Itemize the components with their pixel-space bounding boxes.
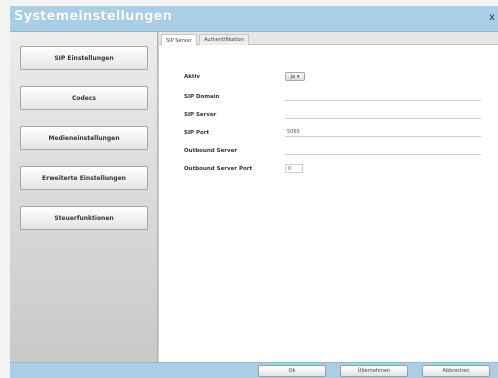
window-title: Systemeinstellungen (14, 9, 173, 24)
title-bar: Systemeinstellungen x (10, 6, 498, 32)
tab-authentication[interactable]: Authentifikation (199, 34, 249, 45)
sidebar: SIP Einstellungen Codecs Medieneinstellu… (10, 32, 158, 362)
outbound-server-port-label: Outbound Server Port (184, 166, 253, 172)
sidebar-item-control-functions[interactable]: Steuerfunktionen (20, 206, 148, 230)
outbound-server-label: Outbound Server (184, 148, 238, 154)
tab-sip-server[interactable]: SIP Server (161, 34, 197, 46)
aktiv-select[interactable]: Ja ▾ (285, 72, 305, 81)
settings-window: Systemeinstellungen x SIP Einstellungen … (0, 0, 498, 378)
ok-button[interactable]: Ok (258, 365, 326, 377)
sip-port-label: SIP Port (184, 130, 210, 136)
sip-server-field[interactable] (285, 110, 481, 119)
aktiv-value: Ja (290, 73, 296, 80)
tab-bar: SIP Server Authentifikation (159, 32, 498, 46)
sidebar-item-codecs[interactable]: Codecs (20, 86, 148, 110)
outbound-server-field[interactable] (285, 146, 481, 155)
chevron-down-icon: ▾ (297, 73, 300, 80)
sip-server-label: SIP Server (184, 112, 217, 118)
content-panel: SIP Server Authentifikation Aktiv Ja ▾ S… (158, 32, 498, 362)
sidebar-item-advanced-settings[interactable]: Erweiterte Einstellungen (20, 166, 148, 190)
sip-domain-field[interactable] (285, 92, 481, 101)
sip-domain-label: SIP Domain (184, 94, 220, 100)
aktiv-label: Aktiv (184, 74, 201, 80)
apply-button[interactable]: Übernehmen (340, 365, 408, 377)
footer-bar: Ok Übernehmen Abbrechen (10, 362, 498, 378)
sip-port-field[interactable] (285, 128, 481, 137)
outbound-server-port-field[interactable] (285, 164, 303, 173)
sidebar-item-sip-settings[interactable]: SIP Einstellungen (20, 46, 148, 70)
cancel-button[interactable]: Abbrechen (422, 365, 490, 377)
sidebar-item-media-settings[interactable]: Medieneinstellungen (20, 126, 148, 150)
close-icon[interactable]: x (489, 12, 495, 23)
